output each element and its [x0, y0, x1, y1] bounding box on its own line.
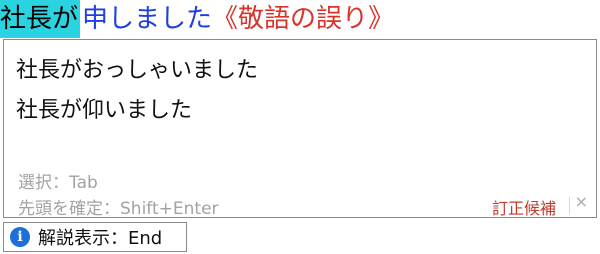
- honorific-error-note: 《敬語の誤り》: [212, 4, 395, 34]
- close-icon[interactable]: ×: [575, 192, 588, 211]
- select-hint: 選択：Tab: [18, 173, 98, 193]
- remaining-clause[interactable]: 申しました: [80, 0, 212, 38]
- candidate-item[interactable]: 社長が仰いました: [16, 92, 192, 124]
- explanation-toggle-label: 解説表示：End: [38, 228, 163, 249]
- info-icon: i: [10, 227, 30, 247]
- confirm-head-hint: 先頭を確定：Shift+Enter: [18, 199, 219, 219]
- candidate-panel: 社長がおっしゃいました 社長が仰いました 選択：Tab 先頭を確定：Shift+…: [3, 39, 597, 219]
- ime-correction-window: 社長が 申しました 《敬語の誤り》 社長がおっしゃいました 社長が仰いました 選…: [0, 0, 600, 254]
- divider: [569, 197, 570, 214]
- active-clause[interactable]: 社長が: [0, 0, 81, 38]
- correction-candidates-label: 訂正候補: [491, 199, 556, 218]
- candidate-item[interactable]: 社長がおっしゃいました: [16, 52, 258, 84]
- explanation-toggle-button[interactable]: i 解説表示：End: [3, 222, 187, 252]
- composition-line: 社長が 申しました 《敬語の誤り》: [0, 0, 394, 38]
